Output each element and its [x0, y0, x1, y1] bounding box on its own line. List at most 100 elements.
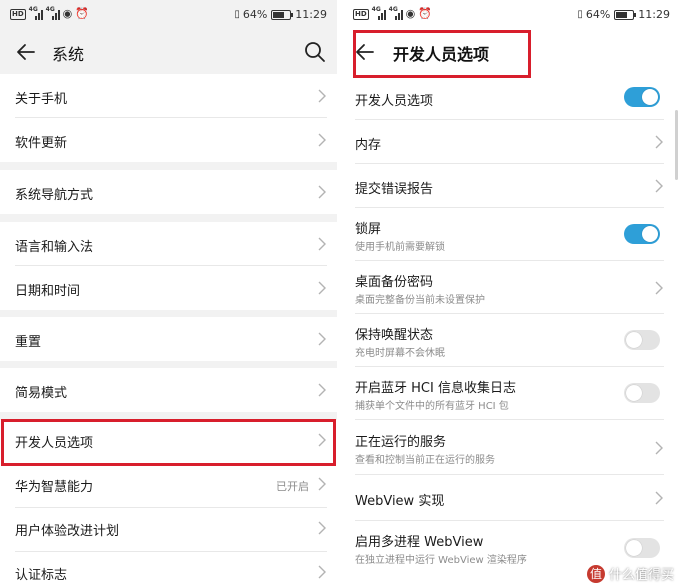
settings-item-huawei-ai[interactable]: 华为智慧能力 已开启 [0, 464, 337, 508]
clock: 11:29 [295, 8, 327, 21]
item-label: 华为智慧能力 [15, 480, 94, 495]
item-label: WebView 实现 [355, 494, 445, 509]
item-label: 启用多进程 WebView [355, 535, 484, 550]
system-settings-screen: HD 4G 4G ◉ ⏰ ▯ 64% 11:29 系统 关于手机 软件更新 系统… [0, 0, 337, 587]
item-label: 重置 [15, 335, 42, 350]
item-status: 已开启 [276, 480, 309, 493]
battery-percent: 64% [585, 8, 611, 21]
settings-item-software-update[interactable]: 软件更新 [0, 118, 337, 162]
chevron-right-icon [318, 133, 326, 147]
item-label: 保持唤醒状态 [355, 328, 434, 343]
dev-item-bluetooth-hci-log[interactable]: 开启蓝牙 HCI 信息收集日志 捕获单个文件中的所有蓝牙 HCI 包 [343, 367, 680, 420]
dev-item-lock-screen[interactable]: 锁屏 使用手机前需要解锁 [343, 208, 680, 261]
chevron-right-icon [318, 89, 326, 103]
title-bar: 系统 [0, 30, 337, 74]
lock-screen-toggle[interactable] [624, 224, 660, 244]
battery-percent: 64% [242, 8, 268, 21]
item-label: 锁屏 [355, 222, 382, 237]
signal-icon: 4G [372, 6, 386, 20]
item-label: 系统导航方式 [15, 188, 94, 203]
item-label: 开发人员选项 [15, 436, 94, 451]
clock: 11:29 [638, 8, 670, 21]
back-arrow-icon[interactable] [14, 40, 38, 64]
watermark-logo: 值 [586, 564, 605, 583]
item-description: 桌面完整备份当前未设置保护 [355, 295, 485, 306]
item-label: 简易模式 [15, 386, 68, 401]
settings-item-language[interactable]: 语言和输入法 [0, 222, 337, 266]
battery-icon [271, 9, 294, 20]
battery-icon [614, 9, 637, 20]
dev-item-developer-options[interactable]: 开发人员选项 [343, 78, 680, 120]
status-bar: HD 4G 4G ◉ ⏰ ▯ 64% 11:29 [343, 0, 680, 30]
chevron-right-icon [318, 521, 326, 535]
settings-item-about-phone[interactable]: 关于手机 [0, 74, 337, 118]
item-label: 提交错误报告 [355, 182, 434, 197]
settings-item-simple-mode[interactable]: 简易模式 [0, 368, 337, 412]
settings-item-reset[interactable]: 重置 [0, 317, 337, 361]
eye-comfort-icon: ◉ [405, 7, 416, 20]
chevron-right-icon [655, 441, 663, 455]
settings-item-developer-options[interactable]: 开发人员选项 [0, 420, 337, 464]
multiprocess-webview-toggle[interactable] [624, 538, 660, 558]
vibrate-icon: ▯ [577, 9, 582, 20]
item-label: 语言和输入法 [15, 240, 94, 255]
chevron-right-icon [318, 565, 326, 579]
bluetooth-hci-log-toggle[interactable] [624, 383, 660, 403]
item-description: 使用手机前需要解锁 [355, 242, 445, 253]
chevron-right-icon [318, 433, 326, 447]
settings-group: 关于手机 软件更新 [0, 74, 337, 162]
dev-item-desktop-backup-password[interactable]: 桌面备份密码 桌面完整备份当前未设置保护 [343, 261, 680, 314]
settings-item-certification[interactable]: 认证标志 [0, 552, 337, 587]
chevron-right-icon [655, 135, 663, 149]
dev-item-running-services[interactable]: 正在运行的服务 查看和控制当前正在运行的服务 [343, 420, 680, 475]
item-description: 捕获单个文件中的所有蓝牙 HCI 包 [355, 401, 509, 412]
back-arrow-icon[interactable] [353, 40, 377, 64]
chevron-right-icon [318, 477, 326, 491]
developer-options-toggle[interactable] [624, 87, 660, 107]
settings-item-user-experience[interactable]: 用户体验改进计划 [0, 508, 337, 552]
scrollbar[interactable] [675, 110, 678, 180]
settings-item-navigation[interactable]: 系统导航方式 [0, 170, 337, 214]
hd-badge: HD [10, 8, 26, 20]
item-label: 用户体验改进计划 [15, 524, 120, 539]
dev-item-bug-report[interactable]: 提交错误报告 [343, 164, 680, 208]
settings-group: 简易模式 [0, 368, 337, 412]
dev-item-stay-awake[interactable]: 保持唤醒状态 充电时屏幕不会休眠 [343, 314, 680, 367]
developer-options-screen: HD 4G 4G ◉ ⏰ ▯ 64% 11:29 开发人员选项 开发人员选项 内… [343, 0, 680, 587]
page-title: 系统 [52, 45, 85, 64]
dev-item-memory[interactable]: 内存 [343, 120, 680, 164]
vibrate-icon: ▯ [234, 9, 239, 20]
signal-icon: 4G [29, 6, 43, 20]
signal-icon-2: 4G [46, 6, 60, 20]
watermark: 值 什么值得买 [586, 564, 674, 583]
chevron-right-icon [318, 237, 326, 251]
item-label: 桌面备份密码 [355, 275, 434, 290]
watermark-text: 什么值得买 [608, 568, 674, 583]
settings-item-date-time[interactable]: 日期和时间 [0, 266, 337, 310]
search-icon[interactable] [303, 40, 327, 64]
title-bar: 开发人员选项 [343, 30, 680, 74]
item-description: 充电时屏幕不会休眠 [355, 348, 445, 359]
alarm-icon: ⏰ [418, 7, 432, 20]
chevron-right-icon [318, 281, 326, 295]
item-label: 日期和时间 [15, 284, 81, 299]
settings-group: 语言和输入法 日期和时间 [0, 222, 337, 310]
stay-awake-toggle[interactable] [624, 330, 660, 350]
item-description: 查看和控制当前正在运行的服务 [355, 455, 495, 466]
settings-group: 开发人员选项 华为智慧能力 已开启 用户体验改进计划 认证标志 [0, 420, 337, 587]
page-title: 开发人员选项 [393, 45, 490, 64]
chevron-right-icon [318, 185, 326, 199]
status-bar: HD 4G 4G ◉ ⏰ ▯ 64% 11:29 [0, 0, 337, 30]
eye-comfort-icon: ◉ [62, 7, 73, 20]
item-description: 在独立进程中运行 WebView 渲染程序 [355, 555, 527, 566]
chevron-right-icon [655, 179, 663, 193]
item-label: 软件更新 [15, 136, 68, 151]
item-label: 内存 [355, 138, 382, 153]
alarm-icon: ⏰ [75, 7, 89, 20]
item-label: 开发人员选项 [355, 94, 434, 109]
chevron-right-icon [318, 332, 326, 346]
settings-group: 系统导航方式 [0, 170, 337, 214]
item-label: 认证标志 [15, 568, 68, 583]
chevron-right-icon [655, 281, 663, 295]
dev-item-webview-implementation[interactable]: WebView 实现 [343, 475, 680, 521]
